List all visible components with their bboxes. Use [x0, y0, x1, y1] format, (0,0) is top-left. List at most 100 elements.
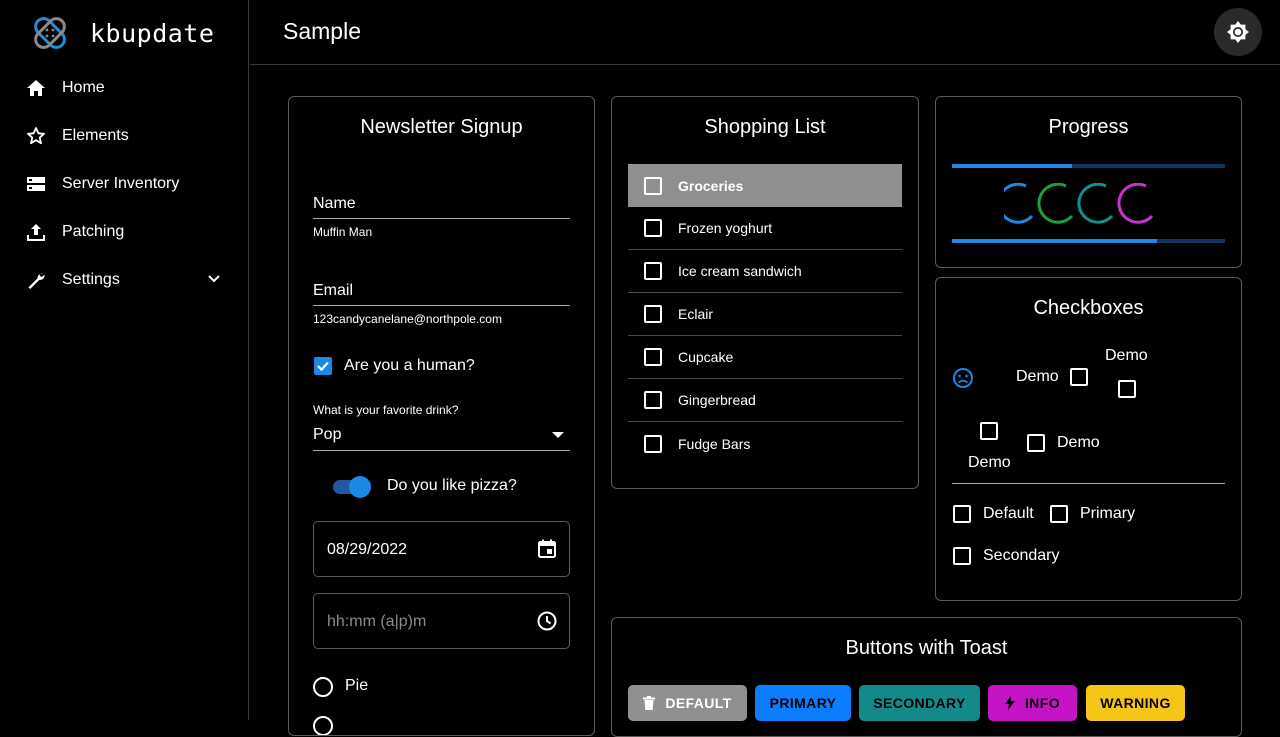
spinner-blue	[1004, 183, 1034, 224]
info-button[interactable]: INFO	[988, 685, 1077, 721]
star-outline-icon	[26, 126, 46, 146]
pie-radio-label: Pie	[345, 677, 369, 694]
buttons-card: Buttons with Toast DEFAULT PRIMARY SECON…	[611, 617, 1242, 737]
spinner-green	[1037, 183, 1074, 224]
warning-button[interactable]: WARNING	[1086, 685, 1185, 721]
checkboxes-card: Checkboxes Demo Demo Demo Demo Default P…	[935, 277, 1242, 601]
list-item-label: Groceries	[678, 177, 744, 194]
list-item-checkbox[interactable]	[644, 348, 662, 366]
primary-checkbox-label: Primary	[1080, 505, 1136, 522]
email-label: Email	[313, 282, 354, 299]
default-button[interactable]: DEFAULT	[628, 685, 747, 721]
brand[interactable]: kbupdate	[30, 13, 214, 53]
progress-bar-top	[952, 164, 1225, 168]
human-checkbox[interactable]	[314, 357, 332, 375]
dropdown-arrow-icon[interactable]	[552, 432, 564, 440]
wrench-icon	[26, 270, 46, 290]
sidebar-item-home[interactable]: Home	[0, 64, 249, 112]
date-value: 08/29/2022	[327, 541, 408, 558]
pizza-label: Do you like pizza?	[387, 477, 517, 494]
radio-option[interactable]	[313, 716, 333, 735]
default-checkbox[interactable]	[953, 505, 971, 523]
lightning-icon	[1004, 696, 1015, 710]
theme-toggle-button[interactable]	[1214, 8, 1262, 56]
list-item[interactable]: Gingerbread	[628, 379, 902, 422]
list-item-checkbox[interactable]	[644, 262, 662, 280]
demo-label-3: Demo	[968, 454, 1011, 471]
sidebar-item-settings[interactable]: Settings	[0, 256, 249, 304]
name-underline	[313, 218, 570, 219]
list-item[interactable]: Eclair	[628, 293, 902, 336]
list-item[interactable]: Cupcake	[628, 336, 902, 379]
list-item-checkbox[interactable]	[644, 305, 662, 323]
page-title: Sample	[283, 18, 361, 44]
clock-icon[interactable]	[537, 611, 557, 631]
sad-face-icon[interactable]	[952, 367, 974, 389]
default-button-label: DEFAULT	[665, 695, 732, 711]
drink-label: What is your favorite drink?	[313, 403, 459, 417]
progress-bar-bottom-fill	[952, 239, 1157, 243]
drink-select[interactable]: Pop	[313, 426, 341, 444]
list-item-groceries[interactable]: Groceries	[628, 164, 902, 207]
list-item[interactable]: Frozen yoghurt	[628, 207, 902, 250]
pie-radio[interactable]	[313, 677, 333, 697]
secondary-button[interactable]: SECONDARY	[859, 685, 980, 721]
list-item-checkbox[interactable]	[644, 176, 662, 195]
app-bar: Sample	[250, 0, 1280, 65]
sidebar-item-server-inventory[interactable]: Server Inventory	[0, 160, 249, 208]
list-item-label: Cupcake	[678, 349, 734, 365]
demo-checkbox-1[interactable]	[1070, 368, 1088, 386]
demo-label-4: Demo	[1057, 434, 1100, 451]
spinner-teal	[1077, 183, 1114, 224]
default-checkbox-label: Default	[983, 505, 1034, 522]
checkmark-icon	[317, 361, 329, 372]
newsletter-card: Newsletter Signup Name Muffin Man Email …	[288, 96, 595, 736]
progress-title: Progress	[1048, 116, 1129, 138]
primary-checkbox[interactable]	[1050, 505, 1068, 523]
primary-button[interactable]: PRIMARY	[755, 685, 851, 721]
progress-card: Progress	[935, 96, 1242, 268]
demo-checkbox-2[interactable]	[1118, 380, 1136, 398]
list-item[interactable]: Ice cream sandwich	[628, 250, 902, 293]
info-button-label: INFO	[1024, 695, 1061, 711]
name-field[interactable]: Muffin Man	[313, 225, 372, 239]
time-field[interactable]: hh:mm (a|p)m	[313, 593, 570, 649]
demo-checkbox-4[interactable]	[1027, 434, 1045, 452]
list-item-checkbox[interactable]	[644, 434, 662, 453]
list-item-label: Ice cream sandwich	[678, 263, 802, 279]
sidebar-item-label: Settings	[62, 271, 120, 288]
primary-button-label: PRIMARY	[769, 695, 837, 711]
sidebar-item-label: Home	[62, 79, 105, 96]
sidebar-item-elements[interactable]: Elements	[0, 112, 249, 160]
list-item-checkbox[interactable]	[644, 219, 662, 237]
trash-icon	[643, 696, 656, 710]
drink-underline	[313, 450, 570, 451]
name-label: Name	[313, 195, 356, 212]
date-field[interactable]: 08/29/2022	[313, 521, 570, 577]
buttons-title: Buttons with Toast	[845, 637, 1008, 659]
sidebar-item-patching[interactable]: Patching	[0, 208, 249, 256]
secondary-checkbox-label: Secondary	[983, 547, 1060, 564]
list-item-label: Fudge Bars	[678, 435, 751, 452]
brightness-icon	[1227, 21, 1249, 43]
server-icon	[26, 174, 46, 194]
divider	[952, 483, 1225, 484]
newsletter-title: Newsletter Signup	[360, 116, 523, 138]
spinner-magenta	[1117, 183, 1154, 224]
secondary-checkbox[interactable]	[953, 547, 971, 565]
spinners	[1004, 183, 1154, 224]
email-field[interactable]: 123candycanelane@northpole.com	[313, 312, 502, 326]
list-item[interactable]: Fudge Bars	[628, 422, 902, 465]
demo-label-1: Demo	[1016, 368, 1059, 385]
sidebar-item-label: Server Inventory	[62, 175, 180, 192]
demo-checkbox-3[interactable]	[980, 422, 998, 440]
list-item-label: Frozen yoghurt	[678, 220, 773, 236]
human-label: Are you a human?	[344, 357, 475, 374]
secondary-button-label: SECONDARY	[873, 695, 966, 711]
calendar-icon[interactable]	[537, 539, 557, 559]
list-item-checkbox[interactable]	[644, 391, 662, 409]
list-item-label: Gingerbread	[678, 392, 756, 408]
bandage-logo-icon	[34, 17, 66, 49]
checkboxes-title: Checkboxes	[1033, 297, 1144, 319]
pizza-switch[interactable]	[333, 476, 371, 498]
